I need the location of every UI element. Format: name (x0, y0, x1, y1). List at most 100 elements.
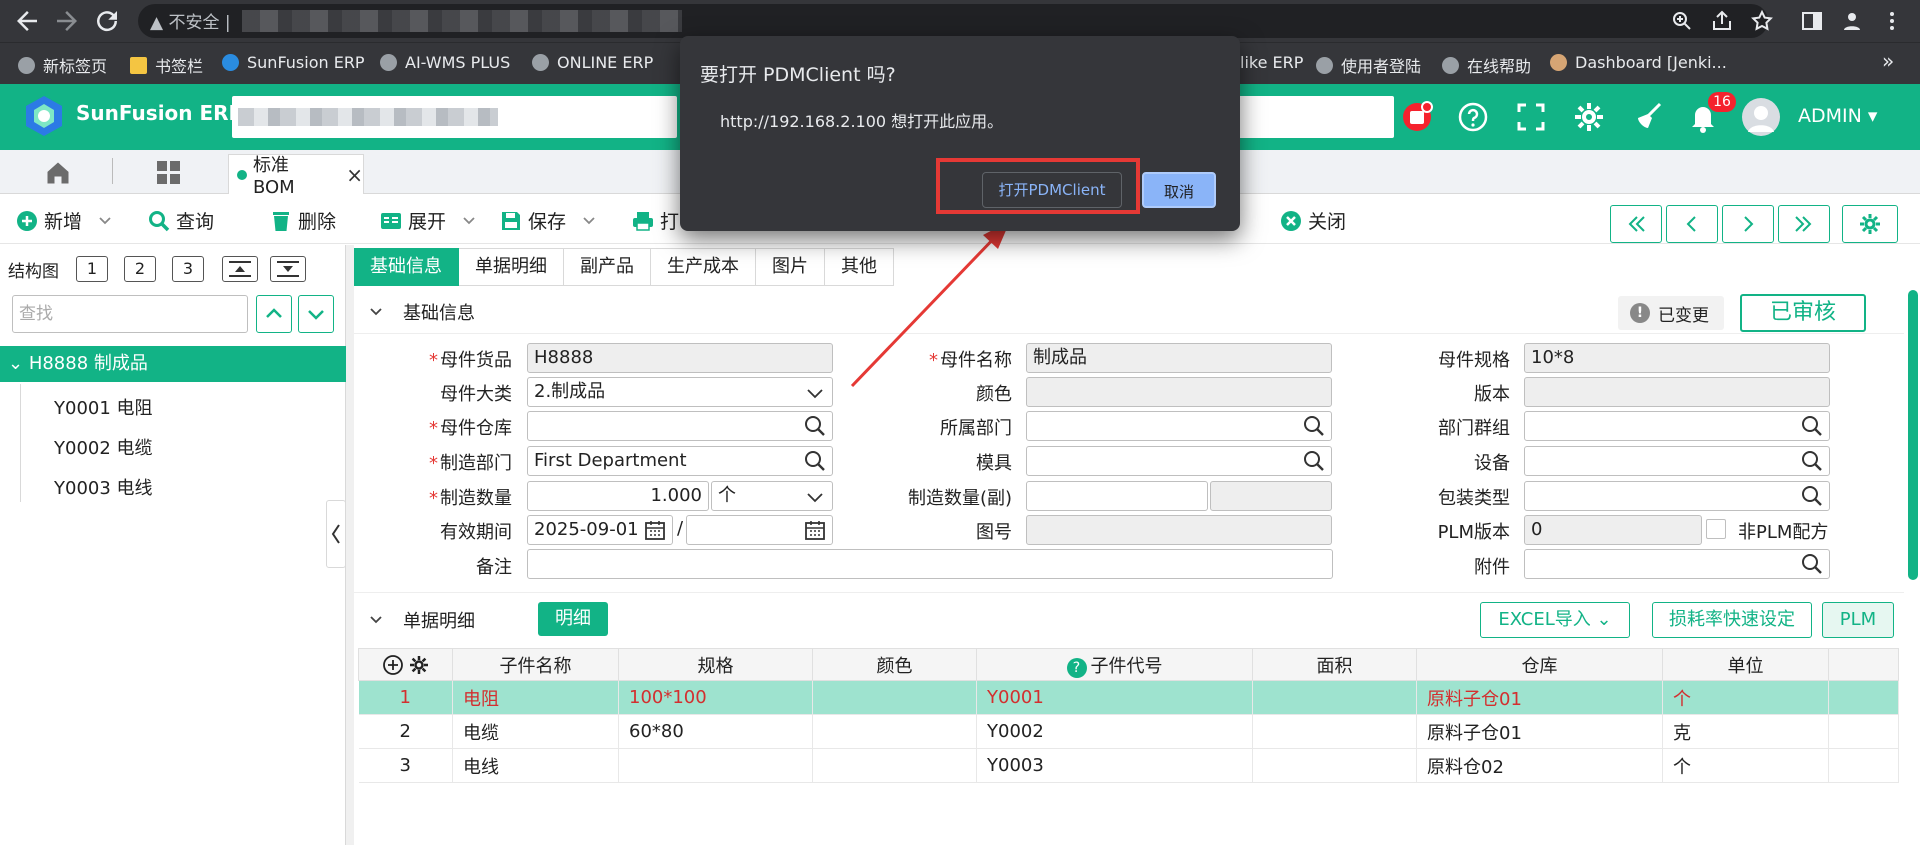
cell-warehouse[interactable]: 原料仓02 (1416, 748, 1663, 783)
cell-area[interactable] (1252, 714, 1417, 749)
profile-icon[interactable] (1840, 9, 1864, 33)
expand-button[interactable]: 展开 (380, 207, 476, 234)
calendar-alert-icon[interactable] (1400, 100, 1434, 134)
cell-warehouse[interactable]: 原料子仓01 (1416, 680, 1663, 715)
version-field[interactable] (1524, 377, 1830, 407)
department-field[interactable] (1026, 411, 1332, 441)
unit-select[interactable]: 个 (711, 481, 833, 511)
mfg-qty-field[interactable]: 1.000 (527, 481, 709, 511)
close-button[interactable]: 关闭 (1280, 207, 1346, 234)
tab-detail[interactable]: 单据明细 (459, 248, 564, 286)
plm-version-field[interactable]: 0 (1524, 515, 1702, 545)
tree-root-node[interactable]: ⌄ H8888 制成品 (0, 346, 346, 382)
mfg-qty-secondary-field[interactable] (1026, 481, 1208, 511)
tab-other[interactable]: 其他 (825, 248, 894, 286)
table-row[interactable]: 1 电阻 100*100 Y0001 原料子仓01 个 (358, 680, 1899, 715)
header-spec[interactable]: 规格 (618, 648, 813, 681)
next-record-button[interactable] (1722, 205, 1774, 243)
non-plm-checkbox[interactable] (1706, 519, 1726, 539)
remark-field[interactable] (527, 549, 1333, 579)
search-icon[interactable] (804, 450, 826, 472)
valid-from-date[interactable]: 2025-09-01 (527, 515, 673, 545)
level-3-button[interactable]: 3 (172, 256, 204, 282)
equipment-field[interactable] (1524, 446, 1830, 476)
zoom-icon[interactable] (1670, 9, 1694, 33)
bookmark-jenkins[interactable]: Dashboard [Jenki... (1550, 53, 1727, 72)
level-1-button[interactable]: 1 (76, 256, 108, 282)
toolbar-settings-button[interactable] (1842, 205, 1898, 243)
global-search-input[interactable] (1228, 96, 1394, 138)
collapse-all-button[interactable] (222, 256, 258, 282)
search-icon[interactable] (1801, 485, 1823, 507)
table-row[interactable]: 3 电线 Y0003 原料仓02 个 (358, 748, 1899, 783)
cell-spec[interactable]: 60*80 (618, 714, 813, 749)
bookmark-online-erp[interactable]: ONLINE ERP (532, 53, 653, 72)
sidebar-icon[interactable] (1800, 9, 1824, 33)
search-icon[interactable] (1801, 553, 1823, 575)
collapse-panel-handle[interactable] (326, 500, 346, 568)
chevron-down-icon[interactable] (582, 214, 596, 228)
cell-child-code[interactable]: Y0003 (976, 748, 1253, 783)
cell-spec[interactable]: 100*100 (618, 680, 813, 715)
secondary-unit-field[interactable] (1210, 481, 1332, 511)
cell-color[interactable] (812, 714, 977, 749)
help-icon[interactable] (1456, 100, 1490, 134)
bookmarks-more[interactable]: » (1882, 49, 1894, 73)
insecure-indicator[interactable]: ▲ 不安全 | (150, 8, 231, 33)
level-2-button[interactable]: 2 (124, 256, 156, 282)
home-icon[interactable] (44, 159, 72, 187)
expand-all-button[interactable] (270, 256, 306, 282)
cell-area[interactable] (1252, 748, 1417, 783)
user-menu[interactable]: ADMIN ▾ (1798, 105, 1877, 127)
header-child-code[interactable]: ? 子件代号 (976, 648, 1253, 681)
help-icon[interactable]: ? (1066, 657, 1087, 678)
back-icon[interactable] (12, 6, 42, 36)
cell-warehouse[interactable]: 原料子仓01 (1416, 714, 1663, 749)
cell-area[interactable] (1252, 680, 1417, 715)
tab-close-icon[interactable]: × (346, 163, 363, 187)
reload-icon[interactable] (92, 6, 122, 36)
mold-field[interactable] (1026, 446, 1332, 476)
print-button[interactable]: 打 (632, 207, 679, 234)
detail-tab-button[interactable]: 明细 (538, 602, 608, 636)
tree-down-button[interactable] (298, 295, 334, 333)
tree-up-button[interactable] (256, 295, 292, 333)
search-icon[interactable] (1801, 415, 1823, 437)
color-field[interactable] (1026, 377, 1332, 407)
tab-basic-info[interactable]: 基础信息 (354, 248, 459, 286)
tab-cost[interactable]: 生产成本 (651, 248, 756, 286)
forward-icon[interactable] (52, 6, 82, 36)
cell-child-code[interactable]: Y0002 (976, 714, 1253, 749)
prev-record-button[interactable] (1666, 205, 1718, 243)
star-icon[interactable] (1750, 9, 1774, 33)
panel-splitter[interactable] (346, 245, 354, 845)
excel-import-button[interactable]: EXCEL导入 ⌄ (1480, 602, 1630, 638)
cell-color[interactable] (812, 748, 977, 783)
apps-grid-icon[interactable] (156, 160, 182, 186)
delete-button[interactable]: 删除 (270, 207, 336, 234)
table-row[interactable]: 2 电缆 60*80 Y0002 原料子仓01 克 (358, 714, 1899, 749)
broom-icon[interactable] (1632, 100, 1666, 134)
bookmark-new-tab[interactable]: 新标签页 (18, 53, 107, 77)
chevron-down-icon[interactable] (368, 304, 384, 320)
tree-node[interactable]: Y0001 电阻 (54, 394, 153, 420)
cell-child-code[interactable]: Y0001 (976, 680, 1253, 715)
plm-button[interactable]: PLM (1822, 602, 1894, 638)
share-icon[interactable] (1710, 9, 1734, 33)
dept-group-field[interactable] (1524, 411, 1830, 441)
cell-unit[interactable]: 个 (1662, 748, 1829, 783)
query-button[interactable]: 查询 (148, 207, 214, 234)
tree-node[interactable]: Y0002 电缆 (54, 434, 153, 460)
parent-class-select[interactable]: 2.制成品 (527, 377, 833, 407)
parent-name-field[interactable]: 制成品 (1026, 343, 1332, 373)
chevron-down-icon[interactable] (368, 612, 384, 628)
loss-rate-button[interactable]: 损耗率快速设定 (1652, 602, 1812, 638)
bookmark-like-erp[interactable]: like ERP (1240, 53, 1303, 72)
header-area[interactable]: 面积 (1252, 648, 1417, 681)
header-warehouse[interactable]: 仓库 (1416, 648, 1663, 681)
menu-icon[interactable] (1880, 9, 1904, 33)
valid-to-date[interactable] (686, 515, 833, 545)
cell-child-name[interactable]: 电线 (452, 748, 619, 783)
column-settings-icon[interactable] (408, 654, 430, 676)
tab-standard-bom[interactable]: 标准BOM × (228, 154, 364, 198)
